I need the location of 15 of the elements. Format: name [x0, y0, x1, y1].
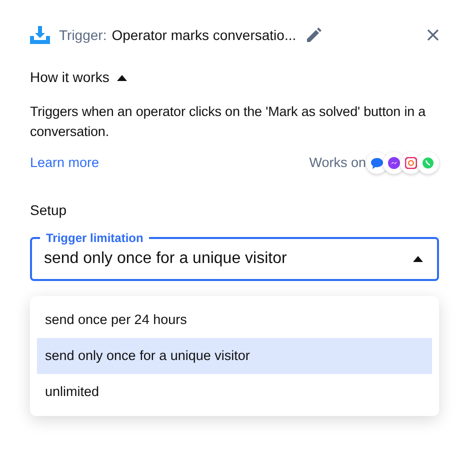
menu-option[interactable]: send only once for a unique visitor [37, 338, 432, 374]
learn-more-link[interactable]: Learn more [30, 152, 100, 174]
menu-option[interactable]: unlimited [37, 374, 432, 410]
trigger-title: Operator marks conversatio... [112, 26, 296, 45]
menu-option[interactable]: send once per 24 hours [37, 302, 432, 338]
works-on-label: Works on [309, 154, 366, 172]
setup-heading: Setup [30, 201, 68, 220]
description-text: Triggers when an operator clicks on the 'Mark as solved' button in a conversation. [30, 103, 427, 141]
how-it-works-toggle[interactable]: How it works [30, 67, 128, 88]
download-icon [30, 26, 50, 44]
close-icon[interactable] [427, 29, 439, 41]
trigger-limitation-label: Trigger limitation [40, 230, 150, 246]
trigger-label: Trigger: [59, 26, 107, 45]
whatsapp-icon [417, 152, 439, 174]
pencil-icon[interactable] [306, 27, 322, 43]
